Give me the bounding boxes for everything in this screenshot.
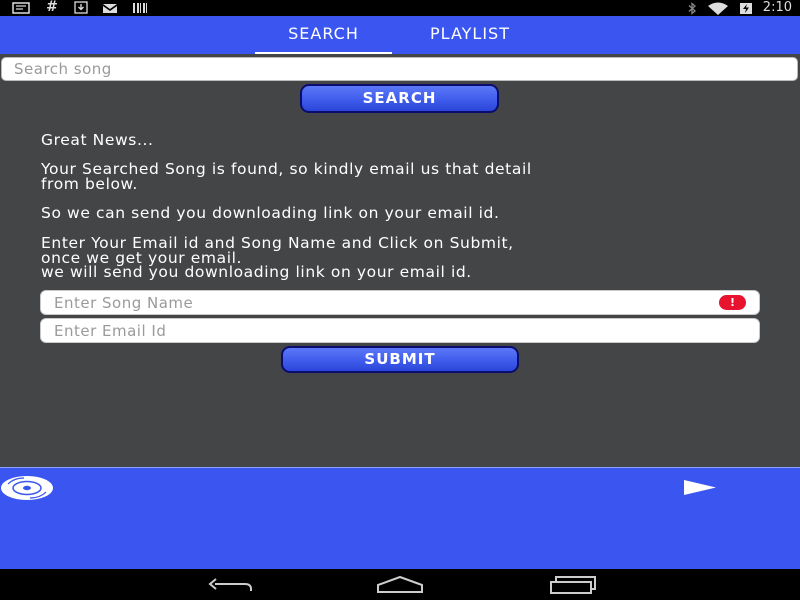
message-icon: [12, 1, 30, 14]
search-button[interactable]: SEARCH: [300, 84, 499, 113]
wifi-icon: [707, 2, 728, 15]
status-time: 2:10: [762, 0, 792, 15]
download-icon: [74, 1, 88, 14]
status-bar-system: 2:10: [687, 1, 792, 15]
email-field[interactable]: [40, 318, 760, 343]
back-icon[interactable]: [207, 574, 253, 594]
message-line: So we can send you downloading link on y…: [41, 204, 500, 222]
tab-search-label: SEARCH: [288, 24, 359, 43]
search-panel: SEARCH Great News... Your Searched Song …: [0, 54, 800, 467]
error-icon: !: [719, 295, 746, 310]
tab-playlist-label: PLAYLIST: [430, 24, 510, 43]
tab-playlist[interactable]: PLAYLIST: [402, 16, 538, 54]
recent-apps-icon[interactable]: [549, 574, 597, 594]
status-bar-notifications: #: [12, 0, 148, 15]
song-name-field[interactable]: [40, 290, 760, 315]
player-bar: [0, 467, 800, 569]
navigation-bar: [0, 569, 800, 600]
tab-bar: SEARCH PLAYLIST: [0, 16, 800, 54]
status-bar: # 2:10: [0, 0, 800, 16]
message-line: Your Searched Song is found, so kindly e…: [41, 160, 532, 178]
submit-button[interactable]: SUBMIT: [281, 346, 519, 373]
home-icon[interactable]: [376, 574, 424, 594]
message-line: we will send you downloading link on you…: [41, 263, 472, 281]
play-icon[interactable]: [683, 479, 717, 496]
tab-search[interactable]: SEARCH: [255, 16, 392, 54]
battery-icon: [739, 2, 752, 14]
barcode-icon: [133, 2, 147, 13]
hash-icon: #: [46, 0, 58, 15]
message-heading: Great News...: [41, 131, 154, 149]
disc-icon[interactable]: [0, 475, 54, 501]
bluetooth-icon: [688, 1, 696, 15]
mail-icon: [103, 3, 117, 13]
search-input[interactable]: [1, 57, 798, 81]
message-line: from below.: [41, 175, 138, 193]
